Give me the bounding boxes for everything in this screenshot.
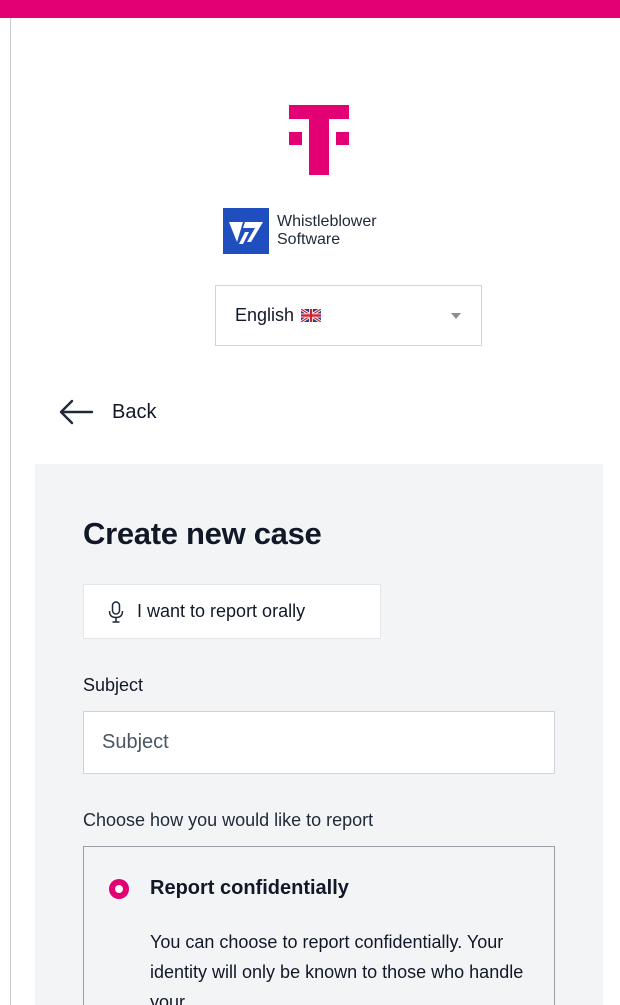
report-method-label: Choose how you would like to report xyxy=(83,810,374,830)
brand-top-bar xyxy=(0,0,620,18)
back-label: Back xyxy=(112,400,157,423)
chevron-down-icon xyxy=(451,313,461,319)
microphone-icon xyxy=(108,600,124,623)
option-report-confidentially[interactable]: Report confidentially You can choose to … xyxy=(83,846,555,1005)
language-select[interactable]: English xyxy=(215,285,482,346)
option-title: Report confidentially xyxy=(150,877,349,899)
uk-flag-icon xyxy=(301,309,322,322)
report-orally-label: I want to report orally xyxy=(137,601,306,621)
page: Whistleblower Software English Back Crea… xyxy=(0,0,620,1005)
subject-label: Subject xyxy=(83,675,144,695)
page-title: Create new case xyxy=(83,516,322,551)
arrow-left-icon xyxy=(59,399,94,425)
report-orally-button[interactable]: I want to report orally xyxy=(83,584,381,639)
product-name: Whistleblower Software xyxy=(277,213,377,248)
radio-selected-indicator xyxy=(115,885,123,893)
option-description: You can choose to report confidentially.… xyxy=(150,932,524,1005)
telekom-t-icon xyxy=(289,105,349,175)
whistleblower-software-icon xyxy=(223,208,269,254)
subject-input[interactable] xyxy=(83,711,555,774)
product-logo: Whistleblower Software xyxy=(223,207,427,255)
back-link[interactable]: Back xyxy=(58,394,156,430)
window-border xyxy=(10,0,11,1005)
create-case-card: Create new case I want to report orally … xyxy=(35,464,603,1005)
language-selected-value: English xyxy=(235,305,295,325)
confidential-radio[interactable] xyxy=(109,879,129,899)
